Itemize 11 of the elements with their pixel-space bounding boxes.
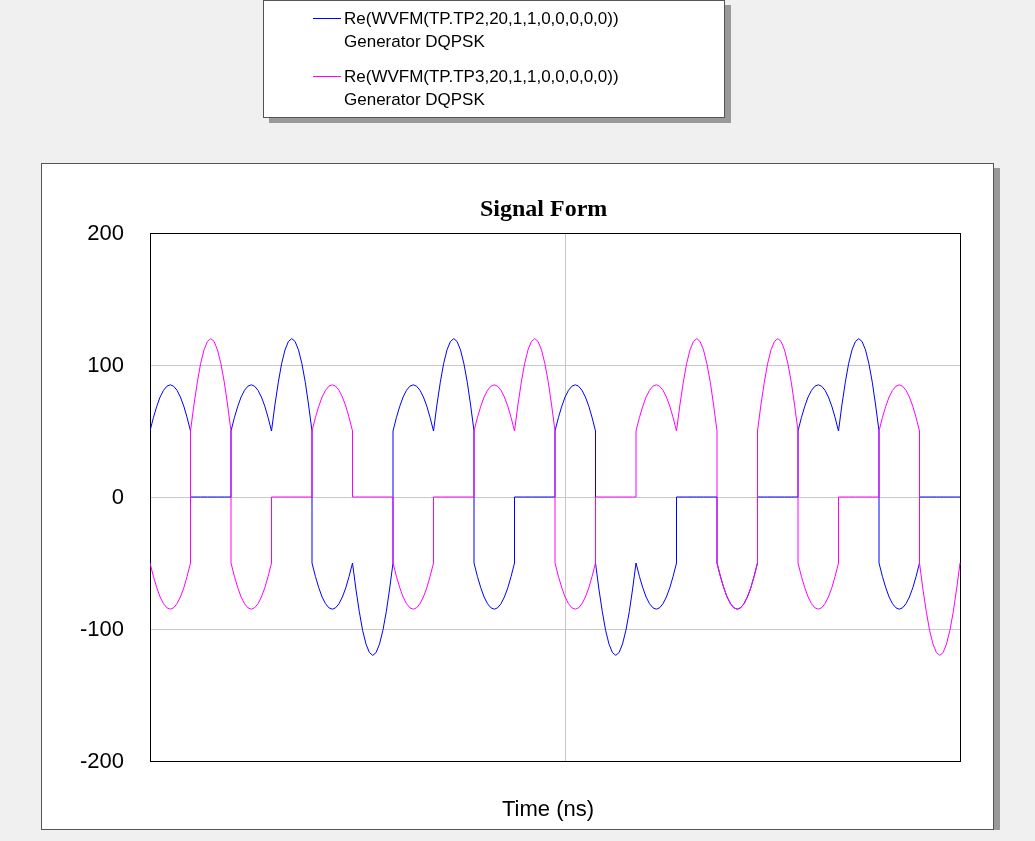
legend-sublabel: Generator DQPSK: [344, 89, 486, 111]
chart-title: Signal Form: [480, 194, 608, 222]
y-tick-label: 200: [87, 220, 124, 246]
y-tick-label: -100: [79, 616, 124, 642]
y-tick-label: 0: [111, 484, 124, 510]
legend-sublabel: Generator DQPSK: [344, 31, 486, 53]
x-axis-label: Time (ns): [502, 796, 595, 822]
legend-label: Re(WVFM(TP.TP2,20,1,1,0,0,0,0,0)): [344, 8, 619, 30]
y-tick-label: -200: [79, 748, 124, 774]
y-tick-label: 100: [87, 352, 124, 378]
legend-label: Re(WVFM(TP.TP3,20,1,1,0,0,0,0,0)): [344, 66, 619, 88]
